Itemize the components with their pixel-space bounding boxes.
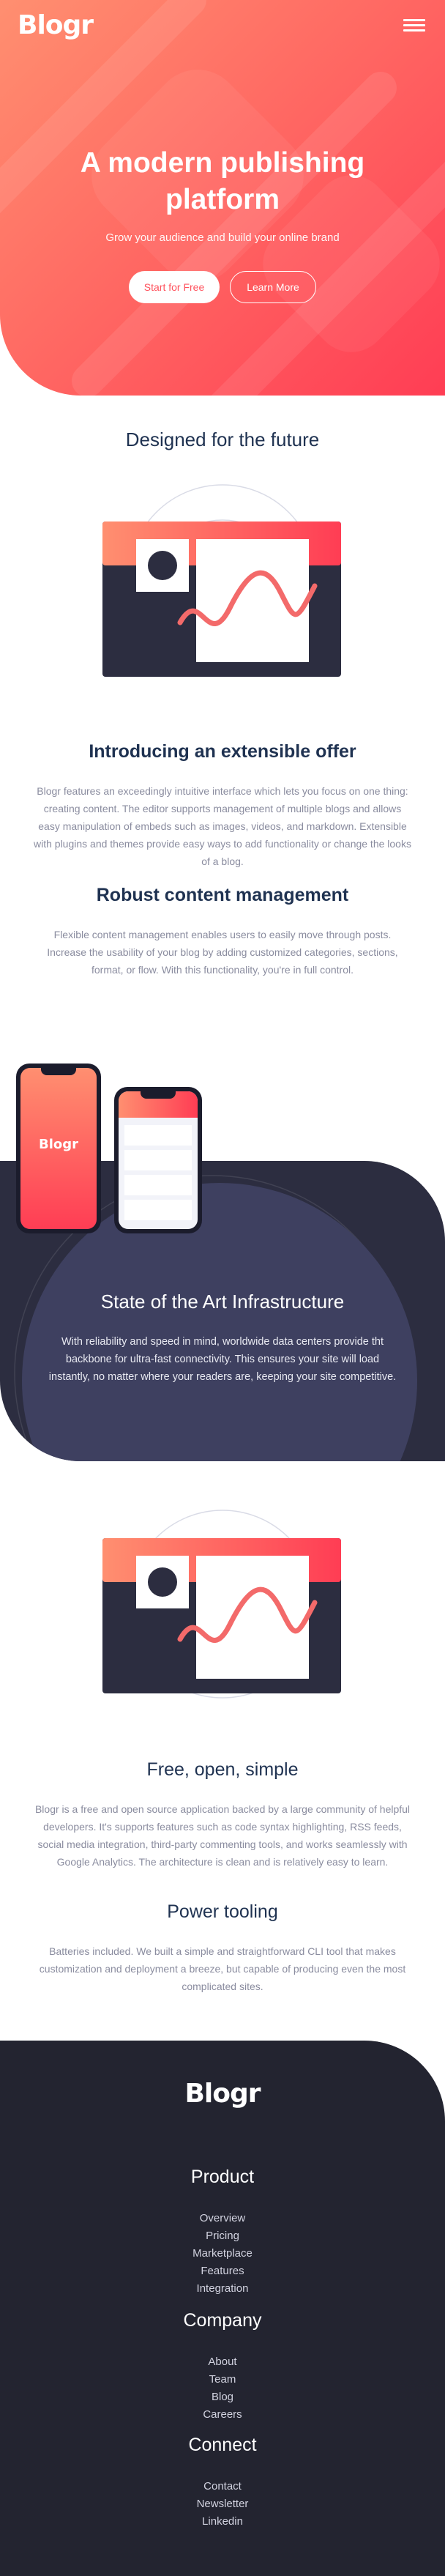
footer-heading-company: Company <box>183 2310 262 2331</box>
footer-link-newsletter[interactable]: Newsletter <box>0 2498 445 2510</box>
brand-logo[interactable]: Blogr <box>18 10 94 40</box>
feature-text-extensible: Blogr features an exceedingly intuitive … <box>34 785 411 867</box>
footer-link-blog[interactable]: Blog <box>0 2391 445 2403</box>
footer-link-team[interactable]: Team <box>0 2373 445 2386</box>
learn-more-button[interactable]: Learn More <box>230 271 316 303</box>
footer-link-marketplace[interactable]: Marketplace <box>0 2247 445 2260</box>
infrastructure-text: With reliability and speed in mind, worl… <box>48 1336 397 1383</box>
footer-logo[interactable]: Blogr <box>0 2079 445 2109</box>
infrastructure-title: State of the Art Infrastructure <box>100 1291 345 1313</box>
footer-link-about[interactable]: About <box>0 2356 445 2368</box>
footer-link-careers[interactable]: Careers <box>0 2408 445 2421</box>
editor-illustration <box>102 484 341 677</box>
future-section-title: Designed for the future <box>125 428 320 450</box>
feature-text-power-tooling: Batteries included. We built a simple an… <box>39 1945 406 1992</box>
footer-link-linkedin[interactable]: Linkedin <box>0 2515 445 2528</box>
phone-mockup-brand: Blogr <box>16 1064 101 1233</box>
footer-heading-connect: Connect <box>188 2435 257 2455</box>
footer-link-features[interactable]: Features <box>0 2265 445 2277</box>
feature-text-content-management: Flexible content management enables user… <box>47 929 398 976</box>
laptop-illustration <box>102 1510 341 1699</box>
hero-section: Blogr A modern publishing platform Grow … <box>0 0 445 396</box>
footer-heading-product: Product <box>190 2167 255 2187</box>
feature-title-free-open: Free, open, simple <box>146 1759 299 1780</box>
footer-link-overview[interactable]: Overview <box>0 2212 445 2224</box>
hero-title: A modern publishing platform <box>80 147 365 215</box>
feature-title-power-tooling: Power tooling <box>167 1901 278 1922</box>
footer-link-integration[interactable]: Integration <box>0 2282 445 2295</box>
footer <box>0 2041 445 2576</box>
feature-title-content-management: Robust content management <box>96 885 349 905</box>
hero-subtitle: Grow your audience and build your online… <box>105 231 340 244</box>
hamburger-menu-icon[interactable] <box>403 19 425 32</box>
footer-link-pricing[interactable]: Pricing <box>0 2230 445 2242</box>
start-for-free-button[interactable]: Start for Free <box>129 271 220 303</box>
feature-title-extensible: Introducing an extensible offer <box>89 741 356 762</box>
footer-link-contact[interactable]: Contact <box>0 2480 445 2493</box>
phone-mockup-list <box>114 1087 202 1233</box>
page: Blogr A modern publishing platform Grow … <box>0 0 445 2576</box>
phone-logo: Blogr <box>38 1137 79 1152</box>
feature-text-free-open: Blogr is a free and open source applicat… <box>34 1803 411 1868</box>
